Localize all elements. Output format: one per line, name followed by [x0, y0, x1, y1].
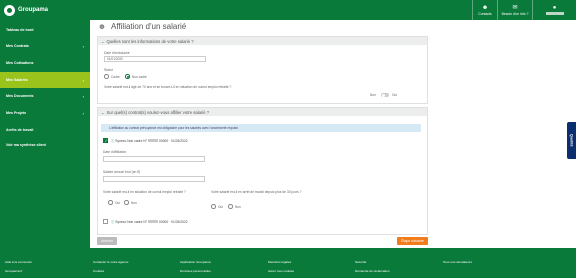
- arret-yes-radio[interactable]: [211, 204, 216, 209]
- sidebar-item-label: Mes Projets: [6, 111, 27, 115]
- retirement-toggle[interactable]: [381, 93, 389, 97]
- sidebar-item-cotisations[interactable]: Mes Cotisations: [0, 55, 90, 71]
- help-label: Besoin d'un info ?: [501, 11, 529, 16]
- cumul-yes-label: Oui: [115, 200, 120, 205]
- account-menu[interactable]: ●: [532, 0, 576, 20]
- chat-bubble-icon: ✉: [512, 4, 518, 11]
- contract1-checkbox[interactable]: [103, 138, 108, 143]
- contract2-details: 00000 · 01/03/2022: [159, 219, 188, 224]
- info-banner: L'affiliation au contrat prévoyance est …: [101, 124, 421, 132]
- sidebar-item-label: Tableau de bord: [6, 28, 34, 32]
- contracts-panel: ⌄ Sur quel(s) contrat(s) voulez-vous aff…: [97, 107, 428, 235]
- arret-no-label: Non: [235, 204, 241, 209]
- cumul-yes-radio[interactable]: [108, 200, 113, 205]
- status-cadre-radio[interactable]: [104, 74, 109, 79]
- contract1-label: ⓘ Synexo Non cadre N° 00000 · 01/03/2022: [111, 138, 188, 144]
- footer-link[interactable]: Données personnelles: [180, 269, 211, 273]
- chevron-right-icon: ›: [82, 43, 84, 49]
- footer-link[interactable]: Tous nos simulateurs: [443, 260, 472, 264]
- chevron-right-icon: ›: [82, 77, 84, 83]
- sidebar-item-synthese[interactable]: Voir ma synthèse client: [0, 137, 90, 153]
- cumul-no-label: Non: [131, 200, 137, 205]
- salary-field[interactable]: [103, 176, 205, 182]
- footer-link[interactable]: Sécurité: [355, 260, 366, 264]
- contract1-details: 00000 · 01/03/2022: [159, 138, 188, 143]
- sidebar-item-label: Arrêts de travail: [6, 128, 34, 132]
- footer-link[interactable]: Mentions légales: [268, 260, 291, 264]
- sidebar-item-salaries[interactable]: Mes Salariés ›: [0, 72, 90, 88]
- salary-label: Salaire annuel brut (en €): [103, 170, 141, 174]
- masked-number: [148, 139, 159, 142]
- footer-link[interactable]: Gérer mes cookies: [268, 269, 294, 273]
- footer-link[interactable]: Cookies: [93, 269, 104, 273]
- hire-date-field[interactable]: 01/01/2020: [104, 56, 206, 62]
- brand-logo[interactable]: Groupama: [4, 4, 48, 16]
- footer: Aide à la connexion Groupama.fr Contacte…: [0, 248, 576, 278]
- contacts-button[interactable]: ☻ Contacts: [472, 0, 497, 20]
- section-heading: ⌄ Quelles sont les informations de votre…: [98, 37, 427, 45]
- chevron-down-icon: ⌄: [101, 109, 105, 115]
- info-icon: ⓘ: [111, 139, 115, 143]
- footer-link[interactable]: Groupama.fr: [5, 269, 22, 273]
- footer-link[interactable]: Aide à la connexion: [5, 260, 32, 264]
- next-step-button[interactable]: Étape suivante: [397, 237, 428, 245]
- arret-question: Votre salarié est-il en arrêt de travail…: [211, 190, 302, 194]
- arret-yes-label: Oui: [218, 204, 223, 209]
- status-noncadre-label: Non cadre: [132, 74, 147, 79]
- sidebar-item-label: Mes Salariés: [6, 78, 28, 82]
- arret-no-radio[interactable]: [228, 204, 233, 209]
- contacts-label: Contacts: [478, 11, 492, 16]
- chevron-right-icon: ›: [82, 93, 84, 99]
- section-heading: ⌄ Sur quel(s) contrat(s) voulez-vous aff…: [98, 108, 427, 116]
- section-heading-text: Sur quel(s) contrat(s) voulez-vous affil…: [106, 109, 210, 115]
- groupama-logo-icon: [4, 4, 15, 16]
- info-icon: ⓘ: [111, 220, 115, 224]
- user-icon: ☻: [481, 4, 489, 11]
- sidebar-item-contrats[interactable]: Mes Contrats ›: [0, 38, 90, 54]
- status-noncadre-radio[interactable]: [125, 74, 130, 79]
- footer-link[interactable]: Demande de réclamation: [355, 269, 390, 273]
- sidebar-item-label: Mes Contrats: [6, 44, 29, 48]
- cumul-no-radio[interactable]: [124, 200, 129, 205]
- sidebar: Tableau de bord Mes Contrats › Mes Cotis…: [0, 20, 90, 248]
- masked-number: [148, 220, 159, 223]
- brand-name: Groupama: [18, 7, 49, 13]
- sidebar-item-arrets[interactable]: Arrêts de travail: [0, 122, 90, 138]
- footer-link[interactable]: Contacter le votre agence: [93, 260, 128, 264]
- quotite-side-tab[interactable]: Quotité: [567, 122, 576, 159]
- top-bar: Groupama ☻ Contacts ✉ Besoin d'un info ?…: [0, 0, 576, 20]
- affiliation-date-label: Date d'affiliation: [103, 150, 127, 154]
- sidebar-item-dashboard[interactable]: Tableau de bord: [0, 22, 90, 38]
- sidebar-item-label: Mes Documents: [6, 94, 34, 98]
- chevron-down-icon: ⌄: [101, 38, 105, 44]
- hire-date-label: Date d'embauche: [104, 51, 130, 55]
- status-cadre-label: Cadre: [111, 74, 120, 79]
- chevron-right-icon: ›: [82, 110, 84, 116]
- page-title: Affiliation d'un salarié: [111, 22, 187, 31]
- toggle-yes-label: Oui: [392, 93, 397, 97]
- employee-info-panel: ⌄ Quelles sont les informations de votre…: [97, 36, 428, 104]
- sidebar-item-projets[interactable]: Mes Projets ›: [0, 105, 90, 121]
- sidebar-item-label: Mes Cotisations: [6, 61, 34, 65]
- sidebar-item-documents[interactable]: Mes Documents ›: [0, 88, 90, 104]
- account-icon: ●: [552, 5, 557, 11]
- retirement-question: Votre salarié est-il âgé de 70 ans et se…: [104, 85, 232, 89]
- toggle-no-label: Non: [370, 93, 376, 97]
- cancel-button[interactable]: Annuler: [97, 237, 117, 245]
- contract2-name: Synexo Non cadre N°: [115, 219, 148, 224]
- affiliation-date-field[interactable]: [103, 156, 205, 162]
- contract1-name: Synexo Non cadre N°: [115, 138, 148, 143]
- account-name-masked: [545, 12, 564, 15]
- contract2-label: ⓘ Synexo Non cadre N° 00000 · 01/03/2022: [111, 219, 188, 225]
- status-label: Statut: [104, 68, 113, 72]
- help-button[interactable]: ✉ Besoin d'un info ?: [497, 0, 532, 20]
- user-add-icon: ☻: [97, 22, 107, 31]
- sidebar-item-label: Voir ma synthèse client: [6, 143, 46, 147]
- section-heading-text: Quelles sont les informations de votre s…: [106, 38, 194, 44]
- cumul-question: Votre salarié est-il en situation de cum…: [103, 190, 186, 194]
- main-content: ☻ Affiliation d'un salarié ⌄ Quelles son…: [90, 20, 576, 248]
- contract2-checkbox[interactable]: [103, 219, 108, 224]
- footer-link[interactable]: Application Groupama: [180, 260, 211, 264]
